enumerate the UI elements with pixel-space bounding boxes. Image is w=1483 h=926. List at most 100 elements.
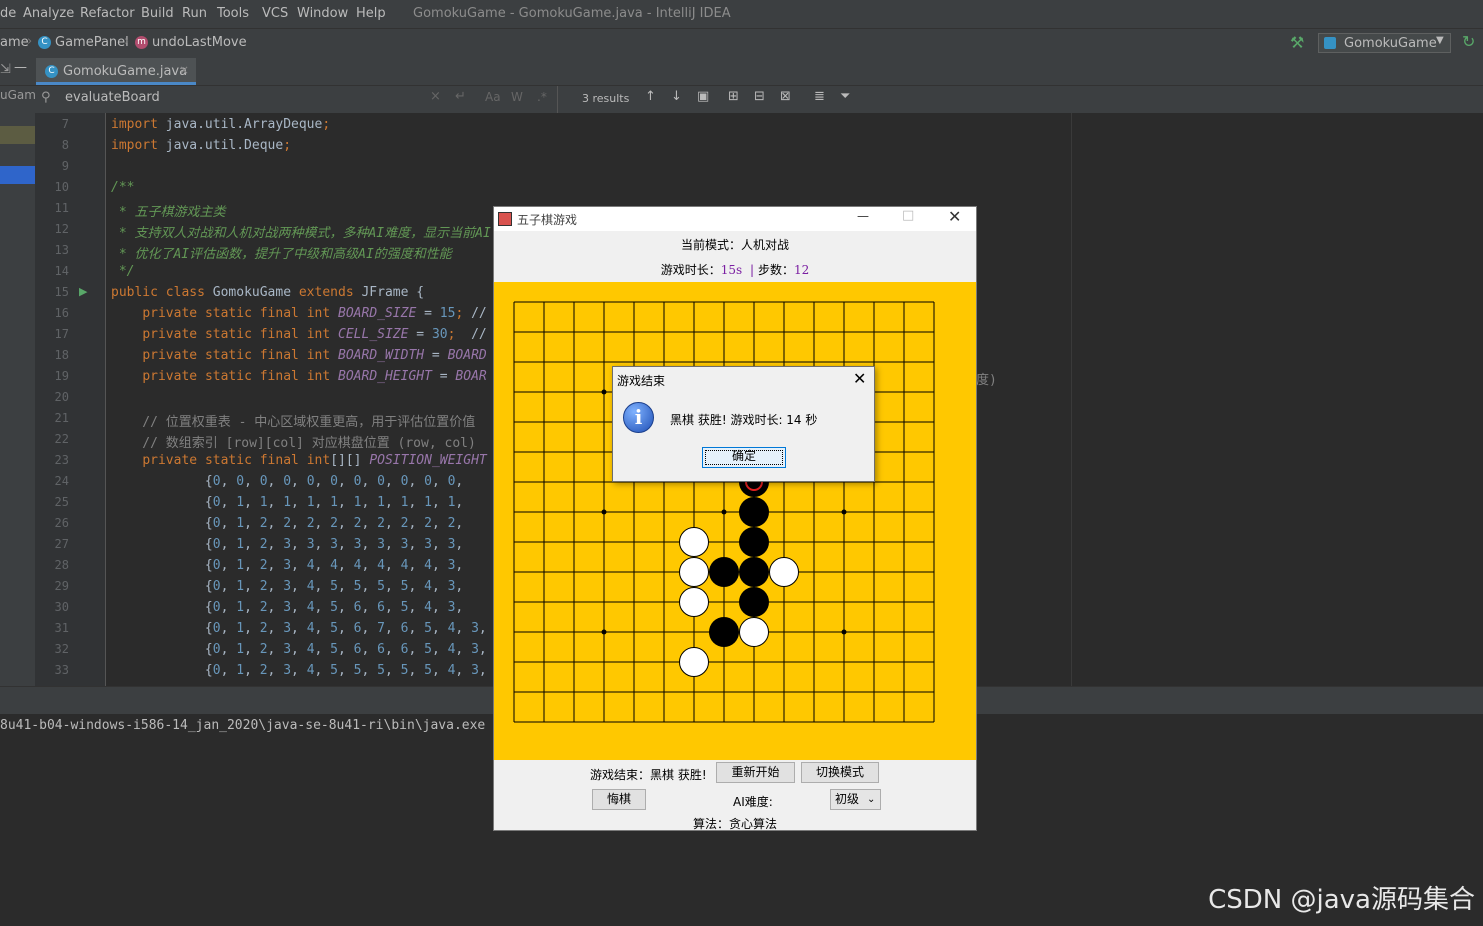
- run-gutter-icon[interactable]: ▶: [79, 285, 87, 298]
- run-config-select[interactable]: GomokuGame ▼: [1318, 33, 1451, 53]
- white-stone: [679, 587, 709, 617]
- regex-toggle[interactable]: .*: [537, 90, 547, 104]
- code-line: {0, 1, 2, 3, 4, 5, 6, 6, 6, 5, 4, 3,: [111, 642, 487, 657]
- time-label: 游戏时长：: [660, 263, 721, 277]
- mode-label: 当前模式：人机对战: [680, 238, 789, 252]
- gomoku-game-window: 五子棋游戏 — □ ✕ 当前模式：人机对战 游戏时长：15s | 步数：12 游戏…: [493, 206, 977, 831]
- dialog-message: 黑棋 获胜! 游戏时长: 14 秒: [670, 413, 818, 427]
- menu-bar: de Analyze Refactor Build Run Tools VCS …: [0, 0, 1483, 28]
- black-stone: [739, 527, 769, 557]
- match-case-toggle[interactable]: Aa: [485, 90, 501, 104]
- time-value: 15s: [720, 263, 743, 277]
- ai-difficulty-select[interactable]: 初级 ⌄: [830, 789, 881, 810]
- white-stone: [739, 617, 769, 647]
- line-number: 22: [54, 432, 69, 446]
- close-icon[interactable]: ×: [179, 63, 189, 77]
- console-command-line: 8u41-b04-windows-i586-14_jan_2020\java-s…: [0, 718, 486, 733]
- minimize-icon[interactable]: —: [14, 60, 27, 75]
- line-number: 19: [54, 369, 69, 383]
- line-number: 20: [54, 390, 69, 404]
- line-number: 26: [54, 516, 69, 530]
- code-line: {0, 1, 1, 1, 1, 1, 1, 1, 1, 1, 1,: [111, 495, 464, 510]
- restart-button[interactable]: 重新开始: [716, 762, 795, 783]
- menu-item-vcs[interactable]: VCS: [262, 6, 288, 21]
- menu-item-analyze[interactable]: Analyze: [23, 6, 74, 21]
- collapse-icon[interactable]: ⇲: [0, 62, 11, 77]
- chevron-right-icon: ›: [124, 34, 130, 49]
- add-occurrence-icon[interactable]: ⊞: [728, 89, 739, 104]
- line-number: 15: [54, 285, 69, 299]
- project-panel-label: uGam: [0, 88, 36, 102]
- maximize-icon: □: [902, 208, 915, 223]
- game-stats: 游戏时长：15s | 步数：12: [494, 261, 976, 278]
- close-icon[interactable]: ✕: [948, 207, 961, 226]
- chevron-right-icon: ›: [27, 34, 33, 49]
- menu-item-tools[interactable]: Tools: [217, 6, 249, 21]
- code-line: {0, 1, 2, 3, 3, 3, 3, 3, 3, 3, 3,: [111, 537, 464, 552]
- code-line: // 位置权重表 - 中心区域权重更高，用于评估位置价值: [111, 415, 476, 430]
- method-icon: m: [135, 36, 148, 49]
- code-line: /**: [111, 180, 135, 195]
- line-number: 21: [54, 411, 69, 425]
- menu-item-refactor[interactable]: Refactor: [80, 6, 135, 21]
- code-line: * 优化了AI评估函数，提升了中级和高级AI的强度和性能: [111, 247, 452, 262]
- code-line: {0, 1, 2, 3, 4, 4, 4, 4, 4, 4, 3,: [111, 558, 464, 573]
- star-point: [841, 629, 847, 635]
- white-stone: [679, 527, 709, 557]
- board-panel[interactable]: [494, 282, 976, 760]
- editor-tab-bar: ⇲ — C GomokuGame.java ×: [0, 58, 1483, 86]
- breadcrumb-class[interactable]: GamePanel: [55, 35, 129, 50]
- undo-button[interactable]: 悔棋: [592, 789, 646, 810]
- find-bar: ⚲ evaluateBoard × ↵ Aa W .* 3 results ↑ …: [35, 86, 1483, 114]
- select-all-occurrences-icon[interactable]: ▣: [697, 89, 709, 104]
- line-number: 27: [54, 537, 69, 551]
- menu-item-window[interactable]: Window: [297, 6, 348, 21]
- search-input[interactable]: evaluateBoard: [65, 90, 160, 105]
- line-number: 24: [54, 474, 69, 488]
- code-line: {0, 1, 2, 3, 4, 5, 5, 5, 5, 4, 3,: [111, 579, 464, 594]
- navigation-bar: ame › C GamePanel › m undoLastMove ⚒ Gom…: [0, 28, 1483, 59]
- status-label: 游戏结束：黑棋 获胜!: [590, 768, 707, 782]
- star-point: [841, 509, 847, 515]
- arrow-down-icon[interactable]: ↓: [671, 89, 682, 104]
- menu-item-help[interactable]: Help: [356, 6, 386, 21]
- class-icon: C: [45, 65, 58, 78]
- code-line: {0, 1, 2, 3, 4, 5, 5, 5, 5, 5, 4, 3,: [111, 663, 487, 678]
- steps-label: 步数：: [758, 263, 795, 277]
- select-all-matches-icon[interactable]: ⊠: [780, 89, 791, 104]
- star-point: [601, 509, 607, 515]
- tab-gomokugame-java[interactable]: C GomokuGame.java ×: [36, 58, 196, 85]
- hammer-build-icon[interactable]: ⚒: [1290, 33, 1304, 52]
- menu-item-build[interactable]: Build: [141, 6, 174, 21]
- gomoku-board[interactable]: [494, 282, 976, 760]
- menu-item-run[interactable]: Run: [182, 6, 207, 21]
- code-line: // 数组索引 [row][col] 对应棋盘位置 (row, col): [111, 436, 484, 451]
- window-title: GomokuGame - GomokuGame.java - IntelliJ …: [413, 6, 731, 21]
- line-number: 28: [54, 558, 69, 572]
- filter-icon[interactable]: ⏷: [840, 89, 850, 104]
- rerun-icon[interactable]: ↻: [1462, 32, 1475, 51]
- ai-difficulty-label: AI难度:: [733, 795, 773, 809]
- watermark: CSDN @java源码集合: [1208, 885, 1475, 915]
- stats-divider: |: [749, 263, 755, 277]
- breadcrumb-project[interactable]: ame: [0, 35, 29, 50]
- arrow-up-icon[interactable]: ↑: [645, 89, 656, 104]
- line-number: 25: [54, 495, 69, 509]
- project-tree-row-selected[interactable]: [0, 166, 35, 184]
- line-number: 17: [54, 327, 69, 341]
- remove-occurrence-icon[interactable]: ⊟: [754, 89, 765, 104]
- white-stone: [769, 557, 799, 587]
- ok-button[interactable]: 确定: [702, 447, 786, 468]
- multiline-icon[interactable]: ≣: [814, 89, 825, 104]
- menu-item-code[interactable]: de: [0, 6, 16, 21]
- new-line-icon[interactable]: ↵: [455, 89, 466, 104]
- code-line: public class GomokuGame extends JFrame {: [111, 285, 425, 300]
- switch-mode-button[interactable]: 切换模式: [801, 762, 879, 783]
- close-icon[interactable]: ✕: [853, 369, 866, 388]
- steps-value: 12: [794, 263, 810, 277]
- whole-word-toggle[interactable]: W: [511, 90, 523, 104]
- minimize-icon[interactable]: —: [857, 209, 869, 223]
- breadcrumb-method[interactable]: undoLastMove: [152, 35, 247, 50]
- clear-search-icon[interactable]: ×: [430, 89, 441, 104]
- black-stone: [739, 497, 769, 527]
